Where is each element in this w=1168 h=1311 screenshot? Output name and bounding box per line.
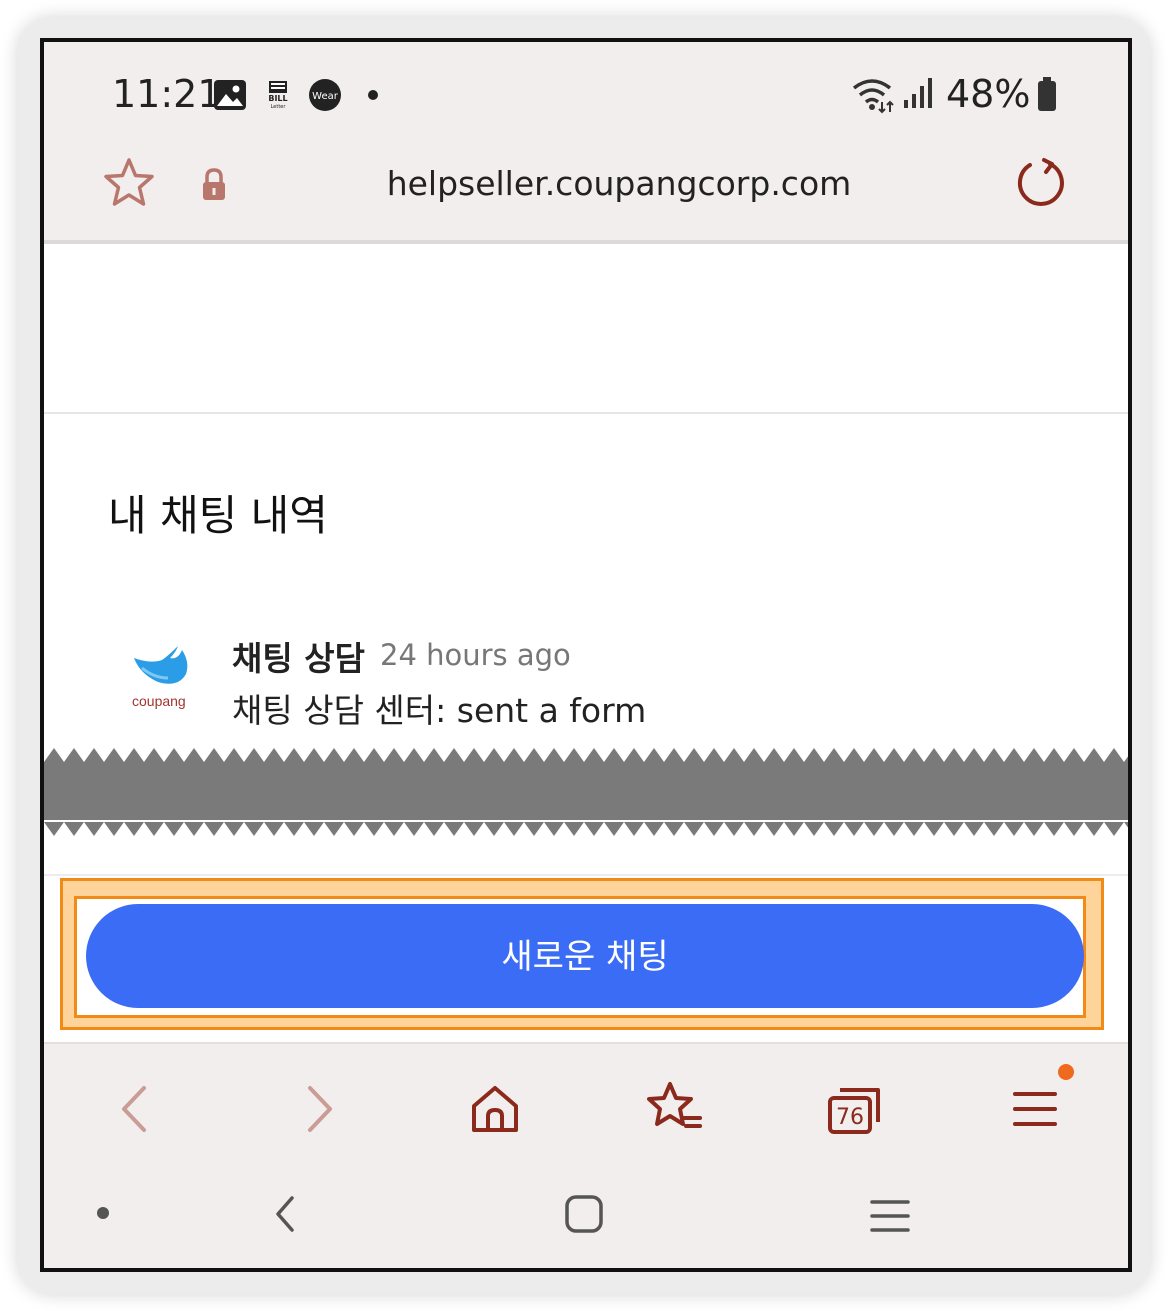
lock-icon (203, 168, 225, 200)
bill-icon-text: BILL (268, 94, 287, 103)
wear-icon-text: Wear (312, 91, 339, 102)
torn-edge-separator (44, 742, 1128, 842)
more-notifications-dot-icon (368, 90, 378, 100)
nav-dot-icon (97, 1207, 109, 1219)
menu-icon[interactable] (1000, 1074, 1070, 1144)
tabs-icon[interactable]: 76 (820, 1074, 890, 1144)
url-text[interactable]: helpseller.coupangcorp.com (324, 164, 914, 203)
coupang-wordmark: coupang (132, 693, 186, 709)
home-icon[interactable] (460, 1074, 530, 1144)
status-time: 11:21 (112, 72, 222, 116)
chat-timestamp: 24 hours ago (380, 638, 571, 672)
reload-icon[interactable] (1014, 156, 1068, 210)
chat-history-title: 내 채팅 내역 (108, 491, 328, 540)
address-bar: helpseller.coupangcorp.com (44, 142, 1128, 242)
battery-percent: 48% (946, 72, 1031, 116)
battery-icon (1038, 77, 1056, 111)
wear-icon: Wear (309, 79, 341, 111)
system-home-icon[interactable] (564, 1194, 604, 1234)
system-recents-icon[interactable] (868, 1196, 912, 1236)
new-chat-button[interactable]: 새로운 채팅 (86, 904, 1084, 1008)
bookmark-star-icon[interactable] (102, 156, 156, 210)
forward-icon[interactable] (284, 1074, 354, 1144)
status-bar: 11:21 BILL Letter Wear 48% (44, 42, 1128, 142)
bookmarks-icon[interactable] (640, 1074, 710, 1144)
system-back-icon[interactable] (266, 1194, 306, 1234)
back-icon[interactable] (100, 1074, 170, 1144)
phone-screen: 11:21 BILL Letter Wear 48% helpseller.co… (40, 38, 1132, 1272)
chat-name: 채팅 상담 (232, 639, 365, 678)
wifi-icon (852, 79, 894, 114)
gallery-icon (214, 80, 246, 110)
coupang-logo-text: coupang (132, 693, 186, 709)
browser-toolbar: 76 (44, 1042, 1128, 1166)
menu-notification-dot (1058, 1064, 1074, 1080)
signal-icon (904, 78, 932, 108)
chat-last-message: 채팅 상담 센터: sent a form (232, 691, 647, 730)
bill-letter-icon: BILL Letter (268, 81, 288, 110)
content-divider (44, 412, 1128, 414)
bill-icon-subtext: Letter (271, 104, 287, 110)
tab-count: 76 (836, 1105, 864, 1130)
system-nav-bar (44, 1164, 1128, 1268)
